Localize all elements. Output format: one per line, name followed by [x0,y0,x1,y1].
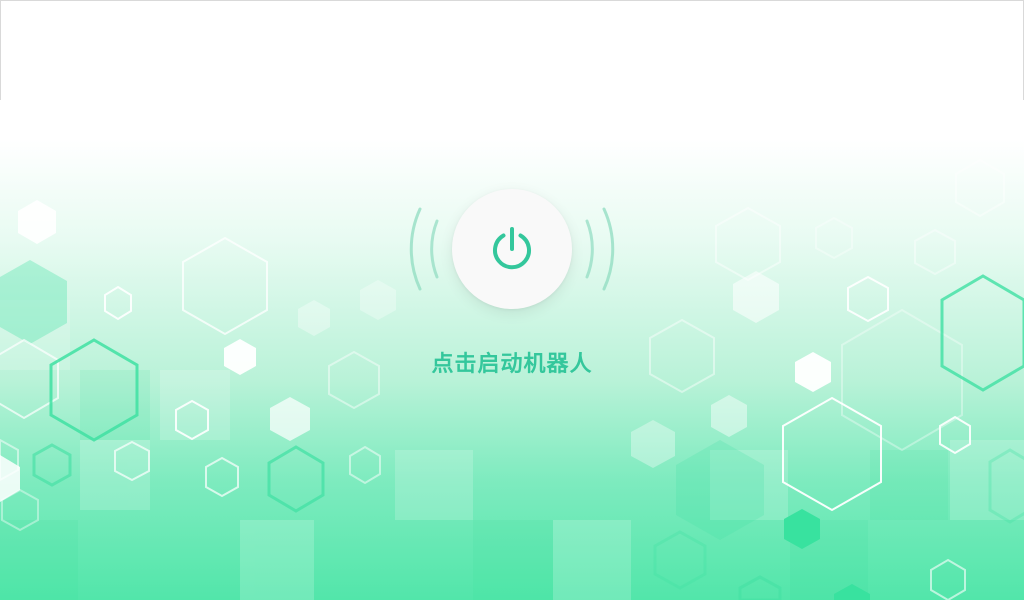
power-icon [493,227,531,270]
window-frame [0,0,1024,100]
start-robot-label[interactable]: 点击启动机器人 [362,346,662,378]
power-control [400,185,624,315]
power-button[interactable] [452,189,572,309]
